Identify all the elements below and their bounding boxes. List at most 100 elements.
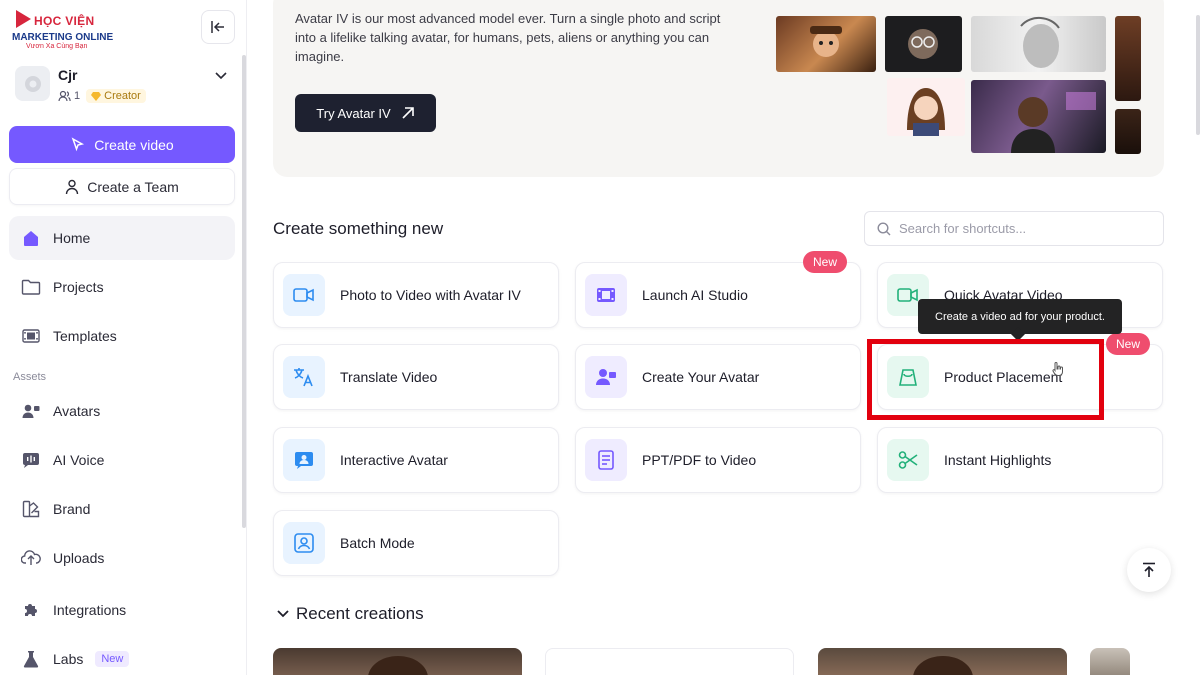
main-scrollbar[interactable] <box>1196 15 1200 135</box>
watermark-subtitle: MARKETING ONLINE <box>12 32 114 43</box>
card-label: Instant Highlights <box>944 452 1052 468</box>
collapse-left-icon <box>211 21 224 33</box>
assets-section-label: Assets <box>13 371 47 383</box>
shortcut-search-input[interactable]: Search for shortcuts... <box>864 211 1164 246</box>
puzzle-icon <box>21 600 41 620</box>
upload-icon <box>21 548 41 568</box>
recent-creation-thumbnail[interactable] <box>545 648 794 675</box>
card-translate-video[interactable]: Translate Video <box>273 344 559 410</box>
sidebar-item-avatars[interactable]: Avatars <box>9 389 235 433</box>
avatar-thumbnail-creator <box>971 80 1106 153</box>
diamond-icon <box>91 91 102 101</box>
collapse-sidebar-button[interactable] <box>201 10 235 44</box>
labs-new-badge: New <box>95 651 130 667</box>
logo-mark-icon <box>16 10 31 28</box>
recent-creation-thumbnail[interactable] <box>818 648 1067 675</box>
batch-icon <box>283 522 325 564</box>
workspace-name: Cjr <box>58 67 78 83</box>
chat-avatar-icon <box>283 439 325 481</box>
card-label: Product Placement <box>944 369 1063 385</box>
sidebar-item-labs[interactable]: Labs New <box>9 637 235 675</box>
sidebar-item-brand[interactable]: Brand <box>9 487 235 531</box>
create-team-button[interactable]: Create a Team <box>9 168 235 205</box>
voice-icon <box>21 450 41 470</box>
sidebar-item-label: Integrations <box>53 602 127 618</box>
search-placeholder: Search for shortcuts... <box>899 221 1027 236</box>
scissors-icon <box>887 439 929 481</box>
avatar-thumbnail-puppet <box>885 16 962 72</box>
members-count-value: 1 <box>74 90 81 102</box>
recent-creations-toggle[interactable]: Recent creations <box>277 604 424 624</box>
sidebar-item-projects[interactable]: Projects <box>9 265 235 309</box>
sidebar-item-integrations[interactable]: Integrations <box>9 588 235 632</box>
banner-description: Avatar IV is our most advanced model eve… <box>295 11 721 64</box>
card-label: Batch Mode <box>340 535 415 551</box>
sidebar-item-home[interactable]: Home <box>9 216 235 260</box>
workspace-avatar <box>15 66 50 101</box>
create-team-label: Create a Team <box>87 178 179 195</box>
sidebar-item-uploads[interactable]: Uploads <box>9 536 235 580</box>
card-ppt-pdf-to-video[interactable]: PPT/PDF to Video <box>575 427 861 493</box>
home-icon <box>21 228 41 248</box>
sidebar-item-label: Brand <box>53 501 91 517</box>
try-avatar-iv-label: Try Avatar IV <box>316 105 391 121</box>
arrow-up-right-icon <box>402 107 414 119</box>
card-instant-highlights[interactable]: Instant Highlights <box>877 427 1163 493</box>
watermark-tagline: Vươn Xa Cùng Bạn <box>26 43 88 50</box>
search-icon <box>877 221 891 235</box>
shopping-bag-icon <box>887 356 929 398</box>
arrow-up-icon <box>1143 562 1155 577</box>
avatar-icon <box>21 401 41 421</box>
clapper-icon <box>585 274 627 316</box>
sidebar-item-label: Templates <box>53 328 117 344</box>
brand-icon <box>21 499 41 519</box>
flask-icon <box>21 649 41 669</box>
watermark-title: HỌC VIỆN <box>34 14 95 28</box>
sidebar-item-label: Avatars <box>53 403 101 419</box>
translate-icon <box>283 356 325 398</box>
cursor-click-icon <box>71 136 85 151</box>
film-icon <box>21 326 41 346</box>
create-video-button[interactable]: Create video <box>9 126 235 163</box>
folder-icon <box>21 277 41 297</box>
add-user-icon <box>585 356 627 398</box>
card-label: PPT/PDF to Video <box>642 452 757 468</box>
new-badge: New <box>803 251 848 273</box>
workspace-switcher[interactable]: Cjr 1 Creator <box>15 64 235 108</box>
sidebar-item-label: Home <box>53 230 91 246</box>
product-placement-tooltip: Create a video ad for your product. <box>918 299 1122 334</box>
card-label: Photo to Video with Avatar IV <box>340 287 521 303</box>
avatar-thumbnail-cartoon <box>776 16 876 72</box>
new-badge: New <box>1106 333 1151 355</box>
plan-badge-label: Creator <box>104 90 141 102</box>
card-create-your-avatar[interactable]: Create Your Avatar <box>575 344 861 410</box>
members-icon <box>58 90 71 102</box>
card-label: Translate Video <box>340 369 438 385</box>
avatar-iv-banner: Avatar IV is our most advanced model eve… <box>273 0 1164 177</box>
card-photo-to-video[interactable]: Photo to Video with Avatar IV <box>273 262 559 328</box>
avatar-thumbnail-side <box>1115 16 1141 101</box>
card-interactive-avatar[interactable]: Interactive Avatar <box>273 427 559 493</box>
chevron-down-icon <box>215 72 227 80</box>
create-video-label: Create video <box>94 136 174 153</box>
sidebar-scrollbar[interactable] <box>242 55 246 528</box>
workspace-meta: 1 Creator <box>58 89 146 103</box>
sidebar-item-label: AI Voice <box>53 452 105 468</box>
document-icon <box>585 439 627 481</box>
try-avatar-iv-button[interactable]: Try Avatar IV <box>295 94 436 132</box>
recent-creations-title: Recent creations <box>296 604 424 623</box>
card-batch-mode[interactable]: Batch Mode <box>273 510 559 576</box>
recent-creation-thumbnail[interactable] <box>273 648 522 675</box>
sidebar-item-ai-voice[interactable]: AI Voice <box>9 438 235 482</box>
avatar-thumbnail-anime <box>887 78 965 136</box>
members-count: 1 <box>58 90 80 102</box>
chevron-down-icon <box>277 610 289 618</box>
sidebar-item-templates[interactable]: Templates <box>9 314 235 358</box>
recent-creation-thumbnail[interactable] <box>1090 648 1130 675</box>
card-label: Launch AI Studio <box>642 287 748 303</box>
sidebar: HỌC VIỆN MARKETING ONLINE Vươn Xa Cùng B… <box>0 0 247 675</box>
avatar-thumbnail-sketch <box>971 16 1106 72</box>
card-label: Create Your Avatar <box>642 369 760 385</box>
scroll-to-top-button[interactable] <box>1127 548 1171 592</box>
video-camera-icon <box>283 274 325 316</box>
